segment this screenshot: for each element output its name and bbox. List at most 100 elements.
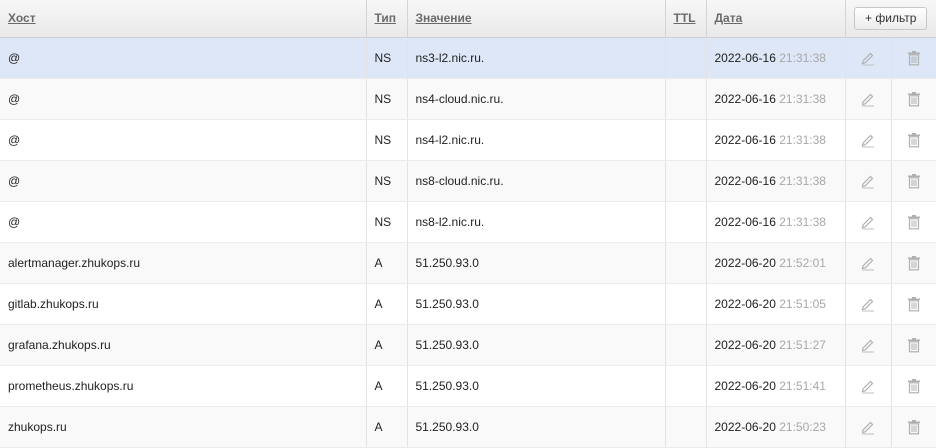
filter-cell: + фильтр — [845, 0, 936, 38]
date-cell: 2022-06-20 21:51:05 — [706, 283, 846, 325]
time-text: 21:31:38 — [779, 91, 826, 106]
table-body: @ NS ns3-l2.nic.ru. 2022-06-16 21:31:38 — [0, 37, 936, 448]
pencil-icon[interactable] — [860, 214, 876, 230]
time-text: 21:31:38 — [779, 214, 826, 229]
value-cell: 51.250.93.0 — [407, 324, 666, 366]
ttl-cell — [665, 365, 707, 407]
pencil-icon[interactable] — [860, 378, 876, 394]
host-cell: zhukops.ru — [0, 406, 367, 448]
date-cell: 2022-06-16 21:31:38 — [706, 160, 846, 202]
ttl-cell — [665, 283, 707, 325]
pencil-icon[interactable] — [860, 337, 876, 353]
table-row[interactable]: alertmanager.zhukops.ru A 51.250.93.0 20… — [0, 242, 936, 284]
type-cell: A — [366, 324, 408, 366]
table-row[interactable]: prometheus.zhukops.ru A 51.250.93.0 2022… — [0, 365, 936, 407]
date-text: 2022-06-16 — [714, 132, 776, 147]
table-row[interactable]: grafana.zhukops.ru A 51.250.93.0 2022-06… — [0, 324, 936, 366]
time-text: 21:31:38 — [779, 132, 826, 147]
column-host[interactable]: Хост — [0, 0, 367, 38]
delete-cell — [891, 324, 936, 366]
ttl-cell — [665, 119, 707, 161]
value-cell: ns8-l2.nic.ru. — [407, 201, 666, 243]
pencil-icon[interactable] — [860, 132, 876, 148]
value-cell: 51.250.93.0 — [407, 365, 666, 407]
edit-cell — [845, 78, 892, 120]
ttl-cell — [665, 406, 707, 448]
table-row[interactable]: @ NS ns8-cloud.nic.ru. 2022-06-16 21:31:… — [0, 160, 936, 202]
trash-icon[interactable] — [906, 419, 922, 435]
edit-cell — [845, 242, 892, 284]
column-ttl[interactable]: TTL — [665, 0, 707, 38]
time-text: 21:51:27 — [779, 337, 826, 352]
table-row[interactable]: @ NS ns4-cloud.nic.ru. 2022-06-16 21:31:… — [0, 78, 936, 120]
date-text: 2022-06-20 — [714, 296, 776, 311]
value-cell: ns8-cloud.nic.ru. — [407, 160, 666, 202]
value-cell: 51.250.93.0 — [407, 406, 666, 448]
host-cell: alertmanager.zhukops.ru — [0, 242, 367, 284]
pencil-icon[interactable] — [860, 255, 876, 271]
delete-cell — [891, 201, 936, 243]
type-cell: A — [366, 242, 408, 284]
date-cell: 2022-06-20 21:50:23 — [706, 406, 846, 448]
host-cell: grafana.zhukops.ru — [0, 324, 367, 366]
time-text: 21:51:41 — [779, 378, 826, 393]
type-cell: A — [366, 283, 408, 325]
trash-icon[interactable] — [906, 173, 922, 189]
host-cell: @ — [0, 37, 367, 79]
trash-icon[interactable] — [906, 50, 922, 66]
edit-cell — [845, 324, 892, 366]
ttl-cell — [665, 78, 707, 120]
column-type[interactable]: Тип — [366, 0, 408, 38]
ttl-cell — [665, 201, 707, 243]
date-text: 2022-06-20 — [714, 337, 776, 352]
edit-cell — [845, 37, 892, 79]
value-cell: 51.250.93.0 — [407, 283, 666, 325]
pencil-icon[interactable] — [860, 173, 876, 189]
trash-icon[interactable] — [906, 296, 922, 312]
column-value[interactable]: Значение — [407, 0, 666, 38]
delete-cell — [891, 406, 936, 448]
date-cell: 2022-06-20 21:51:27 — [706, 324, 846, 366]
table-row[interactable]: zhukops.ru A 51.250.93.0 2022-06-20 21:5… — [0, 406, 936, 448]
column-date[interactable]: Дата — [706, 0, 846, 38]
host-cell: @ — [0, 78, 367, 120]
delete-cell — [891, 78, 936, 120]
type-cell: NS — [366, 78, 408, 120]
trash-icon[interactable] — [906, 214, 922, 230]
delete-cell — [891, 242, 936, 284]
delete-cell — [891, 160, 936, 202]
time-text: 21:50:23 — [779, 419, 826, 434]
trash-icon[interactable] — [906, 255, 922, 271]
pencil-icon[interactable] — [860, 91, 876, 107]
pencil-icon[interactable] — [860, 50, 876, 66]
table-row[interactable]: @ NS ns4-l2.nic.ru. 2022-06-16 21:31:38 — [0, 119, 936, 161]
add-filter-button[interactable]: + фильтр — [854, 6, 928, 30]
value-cell: ns4-l2.nic.ru. — [407, 119, 666, 161]
trash-icon[interactable] — [906, 337, 922, 353]
pencil-icon[interactable] — [860, 296, 876, 312]
host-cell: @ — [0, 119, 367, 161]
trash-icon[interactable] — [906, 132, 922, 148]
date-cell: 2022-06-20 21:51:41 — [706, 365, 846, 407]
date-text: 2022-06-16 — [714, 50, 776, 65]
date-text: 2022-06-16 — [714, 91, 776, 106]
delete-cell — [891, 283, 936, 325]
ttl-cell — [665, 37, 707, 79]
table-row[interactable]: @ NS ns3-l2.nic.ru. 2022-06-16 21:31:38 — [0, 37, 936, 79]
table-row[interactable]: gitlab.zhukops.ru A 51.250.93.0 2022-06-… — [0, 283, 936, 325]
type-cell: NS — [366, 37, 408, 79]
trash-icon[interactable] — [906, 91, 922, 107]
pencil-icon[interactable] — [860, 419, 876, 435]
value-cell: ns4-cloud.nic.ru. — [407, 78, 666, 120]
table-header: Хост Тип Значение TTL Дата + фильтр — [0, 0, 936, 38]
table-row[interactable]: @ NS ns8-l2.nic.ru. 2022-06-16 21:31:38 — [0, 201, 936, 243]
trash-icon[interactable] — [906, 378, 922, 394]
date-cell: 2022-06-20 21:52:01 — [706, 242, 846, 284]
type-cell: A — [366, 365, 408, 407]
date-text: 2022-06-16 — [714, 214, 776, 229]
ttl-cell — [665, 324, 707, 366]
value-cell: 51.250.93.0 — [407, 242, 666, 284]
time-text: 21:51:05 — [779, 296, 826, 311]
date-cell: 2022-06-16 21:31:38 — [706, 201, 846, 243]
edit-cell — [845, 201, 892, 243]
